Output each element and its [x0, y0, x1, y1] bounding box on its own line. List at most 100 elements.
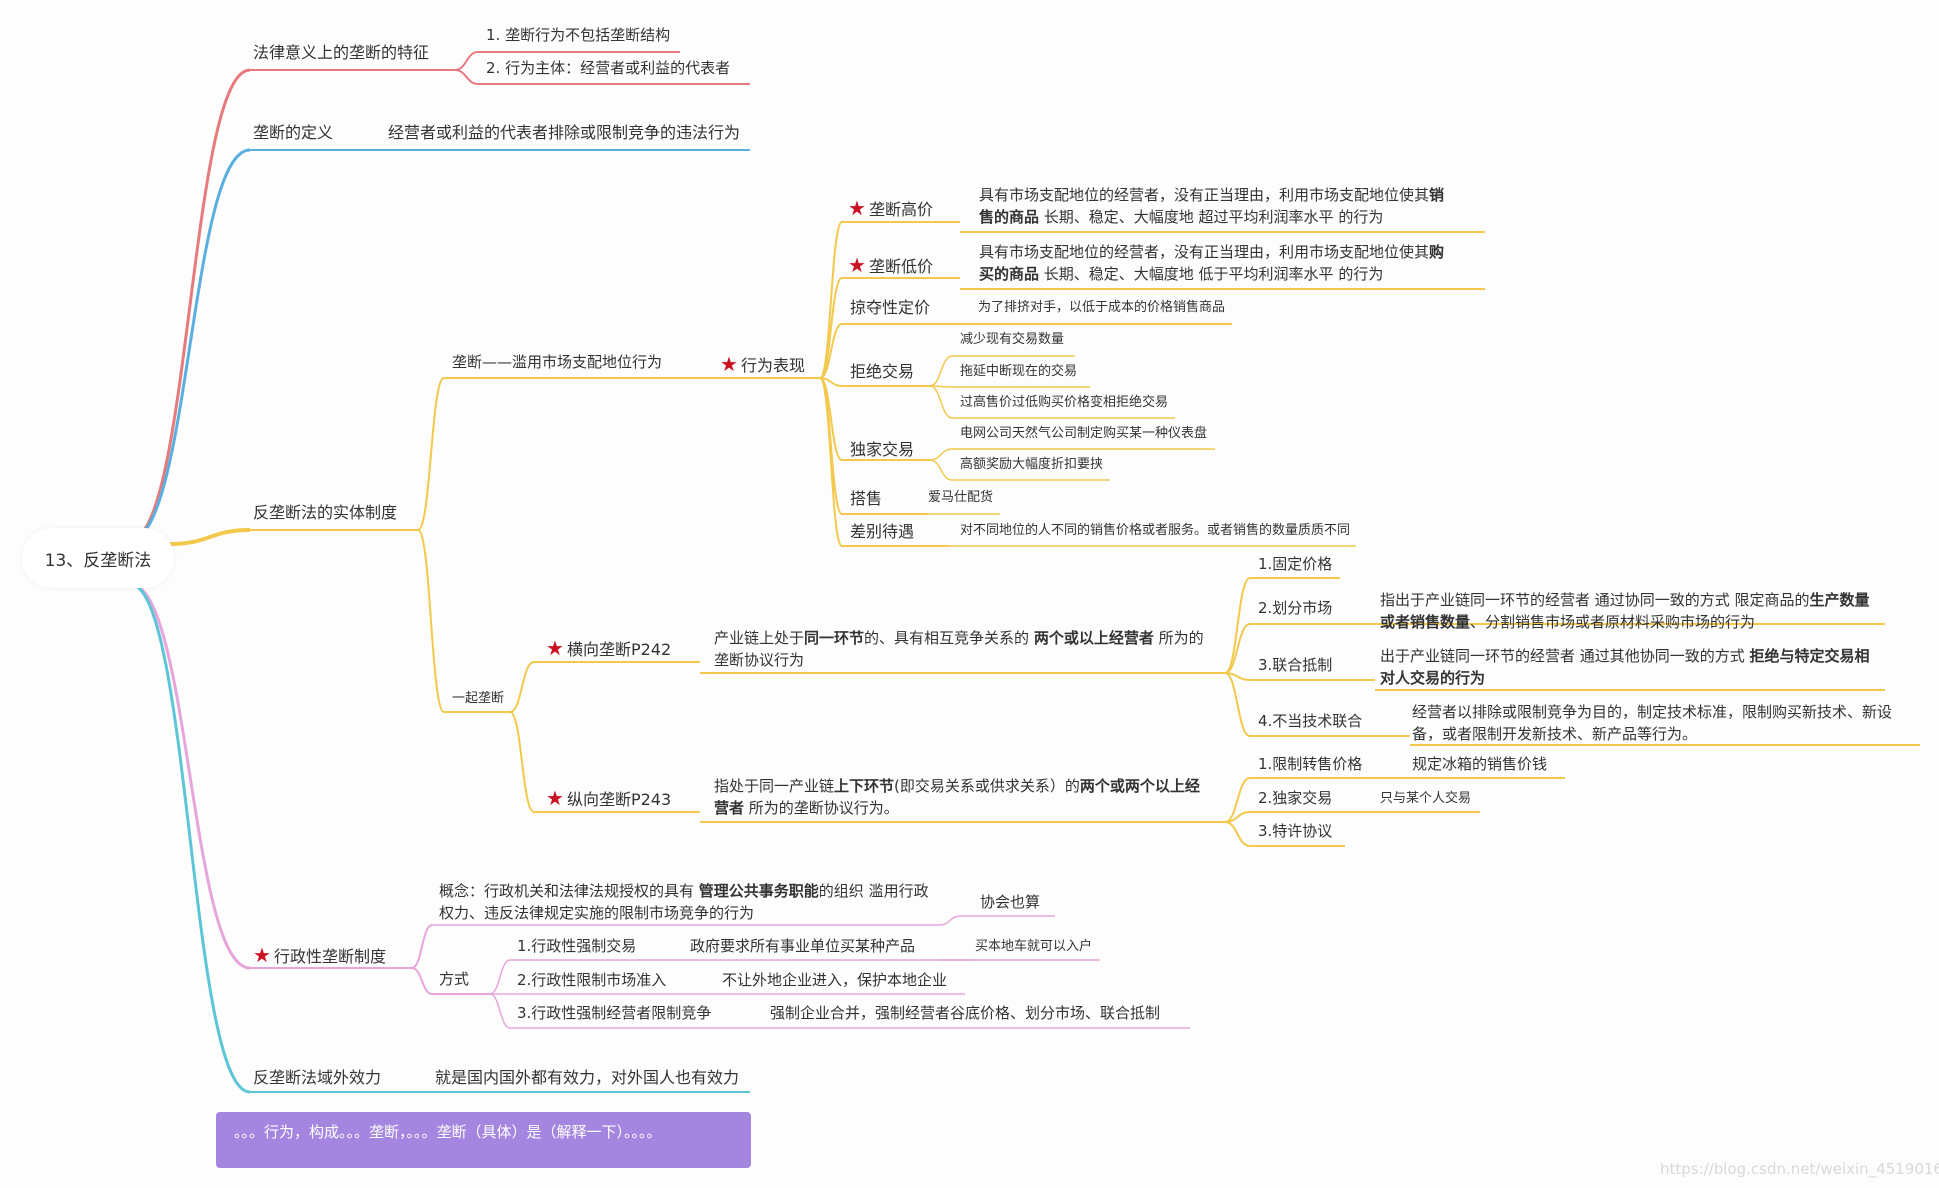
- predatory-node[interactable]: 掠夺性定价: [850, 300, 930, 316]
- method-1-note: 买本地车就可以入户: [975, 939, 1093, 954]
- vertical-desc-b: 上下环节: [834, 777, 895, 795]
- connector-curve: [929, 385, 953, 419]
- horizontal-node[interactable]: ★ 横向垄断P242: [546, 638, 671, 658]
- h-item-2-text: 指出于产业链同一环节的经营者 通过协同一致的方式 限定商品的生产数量或者销售数量…: [1380, 589, 1880, 633]
- h-item-4-text: 经营者以排除或限制竞争为目的，制定技术标准，限制购买新技术、新设备，或者限制开发…: [1412, 703, 1893, 743]
- exclusive-node[interactable]: 独家交易: [850, 442, 914, 458]
- watermark: https://blog.csdn.net/weixin_45190160: [1660, 1160, 1939, 1178]
- exclusive-item-2: 高额奖励大幅度折扣要挟: [960, 457, 1104, 472]
- horizontal-desc-a: 产业链上处于: [714, 629, 805, 647]
- h-item-4[interactable]: 4.不当技术联合: [1258, 714, 1362, 729]
- connector-curve: [417, 377, 445, 531]
- refusal-node[interactable]: 拒绝交易: [850, 364, 914, 380]
- summary-note[interactable]: 。。。行为，构成。。。垄断，。。。垄断（具体）是（解释一下）。。。。: [216, 1112, 751, 1168]
- low-price-line2: 买的商品 长期、稳定、大幅度地 低于平均利润率水平 的行为: [979, 267, 1383, 282]
- refusal-item-2: 拖延中断现在的交易: [960, 364, 1078, 379]
- horizontal-desc-b: 同一环节: [804, 629, 865, 647]
- high-price-text-c: 售的商品: [979, 208, 1040, 226]
- refusal-item-3: 过高售价过低购买价格变相拒绝交易: [960, 395, 1169, 410]
- method-1[interactable]: 1.行政性强制交易: [517, 939, 636, 954]
- definition-text[interactable]: 经营者或利益的代表者排除或限制竞争的违法行为: [388, 125, 740, 141]
- high-price-node[interactable]: ★ 垄断高价: [848, 198, 933, 218]
- edge-features: [129, 68, 251, 542]
- star-icon: ★: [848, 253, 866, 277]
- tying-node[interactable]: 搭售: [850, 491, 882, 507]
- features-item-2[interactable]: 2. 行为主体：经营者或利益的代表者: [486, 61, 730, 76]
- high-price-label: 垄断高价: [868, 200, 933, 219]
- refusal-item-1: 减少现有交易数量: [960, 332, 1065, 347]
- connector-curve: [929, 355, 953, 387]
- v-item-2[interactable]: 2.独家交易: [1258, 791, 1332, 806]
- vertical-label: 纵向垄断P243: [566, 790, 672, 809]
- vertical-desc-e: 所为的垄断协议行为。: [744, 799, 899, 817]
- connector-curve: [454, 69, 479, 85]
- administrative-label: 行政性垄断制度: [273, 947, 386, 966]
- method-node[interactable]: 方式: [439, 972, 469, 987]
- connector-curve: [819, 377, 843, 547]
- admin-concept: 概念：行政机关和法律法规授权的具有 管理公共事务职能的组织 滥用行政权力、违反法…: [439, 880, 939, 924]
- connector-curve: [411, 924, 433, 969]
- h-item-2-text-a: 指出于产业链同一环节的经营者 通过协同一致的方式 限定商品的: [1380, 591, 1810, 609]
- connector-curve: [1224, 821, 1251, 847]
- horizontal-desc-d: 两个或以上经营者: [1033, 629, 1154, 647]
- connector-curve: [929, 459, 953, 481]
- tying-text: 爱马仕配货: [928, 490, 994, 505]
- h-item-3-text-a: 出于产业链同一环节的经营者 通过其他协同一致的方式: [1380, 647, 1750, 665]
- low-price-label: 垄断低价: [868, 257, 933, 276]
- features-node[interactable]: 法律意义上的垄断的特征: [253, 45, 429, 61]
- star-icon: ★: [848, 196, 866, 220]
- features-item-1[interactable]: 1. 垄断行为不包括垄断结构: [486, 28, 670, 43]
- mind-map-canvas: 13、反垄断法 法律意义上的垄断的特征 1. 垄断行为不包括垄断结构 2. 行为…: [0, 0, 1939, 1188]
- collusion-node[interactable]: 一起垄断: [452, 692, 504, 705]
- connector-curve: [939, 915, 961, 926]
- exclusive-item-1: 电网公司天然气公司制定购买某一种仪表盘: [960, 426, 1208, 441]
- extraterritorial-node[interactable]: 反垄断法域外效力: [253, 1070, 381, 1086]
- discrimination-node[interactable]: 差别待遇: [850, 524, 914, 540]
- extraterritorial-text: 就是国内国外都有效力，对外国人也有效力: [435, 1068, 740, 1087]
- v-item-3[interactable]: 3.特许协议: [1258, 824, 1332, 839]
- connector-curve: [411, 967, 433, 995]
- vertical-desc-a: 指处于同一产业链: [714, 777, 835, 795]
- low-price-text-d: 长期、稳定、大幅度地 低于平均利润率水平 的行为: [1039, 265, 1384, 283]
- h-item-3[interactable]: 3.联合抵制: [1258, 658, 1332, 673]
- substantive-node[interactable]: 反垄断法的实体制度: [253, 505, 397, 521]
- h-item-3-text: 出于产业链同一环节的经营者 通过其他协同一致的方式 拒绝与特定交易相对人交易的行…: [1380, 645, 1880, 689]
- h-item-1[interactable]: 1.固定价格: [1258, 557, 1332, 572]
- star-icon: ★: [720, 352, 738, 376]
- root-label: 13、反垄断法: [44, 550, 152, 571]
- h-item-2[interactable]: 2.划分市场: [1258, 601, 1332, 616]
- administrative-node[interactable]: ★ 行政性垄断制度: [253, 945, 386, 965]
- vertical-desc-c: (即交易关系或供求关系）的: [894, 777, 1080, 795]
- connector-curve: [417, 529, 445, 713]
- low-price-line1: 具有市场支配地位的经营者，没有正当理由，利用市场支配地位使其购: [979, 245, 1444, 260]
- behavior-node[interactable]: ★ 行为表现: [720, 354, 805, 374]
- connector-curve: [929, 448, 953, 461]
- definition-node[interactable]: 垄断的定义: [253, 125, 333, 141]
- method-1-text: 政府要求所有事业单位买某种产品: [690, 937, 916, 955]
- high-price-text-d: 长期、稳定、大幅度地 超过平均利润率水平 的行为: [1039, 208, 1384, 226]
- root-node[interactable]: 13、反垄断法: [22, 528, 174, 588]
- low-price-text-c: 买的商品: [979, 265, 1040, 283]
- low-price-text-a: 具有市场支配地位的经营者，没有正当理由，利用市场支配地位使其: [979, 243, 1430, 261]
- edge-substantive: [169, 528, 251, 546]
- v-item-1[interactable]: 1.限制转售价格: [1258, 757, 1362, 772]
- method-2-text: 不让外地企业进入，保护本地企业: [722, 971, 948, 989]
- connector-curve: [509, 661, 535, 713]
- connector-curve: [1224, 672, 1251, 737]
- low-price-node[interactable]: ★ 垄断低价: [848, 255, 933, 275]
- high-price-text-a: 具有市场支配地位的经营者，没有正当理由，利用市场支配地位使其: [979, 186, 1430, 204]
- horizontal-label: 横向垄断P242: [566, 640, 672, 659]
- method-2[interactable]: 2.行政性限制市场准入: [517, 973, 666, 988]
- association-node[interactable]: 协会也算: [980, 895, 1040, 910]
- v-item-2-text: 只与某个人交易: [1380, 791, 1472, 806]
- connector-curve: [509, 711, 535, 813]
- star-icon: ★: [546, 786, 564, 810]
- vertical-node[interactable]: ★ 纵向垄断P243: [546, 788, 671, 808]
- connector-curve: [1224, 777, 1251, 823]
- connector-curve: [489, 959, 511, 995]
- star-icon: ★: [253, 943, 271, 967]
- method-3[interactable]: 3.行政性强制经营者限制竞争: [517, 1006, 711, 1021]
- abuse-node[interactable]: 垄断——滥用市场支配地位行为: [452, 355, 662, 370]
- star-icon: ★: [546, 636, 564, 660]
- v-item-1-text: 规定冰箱的销售价钱: [1412, 755, 1548, 773]
